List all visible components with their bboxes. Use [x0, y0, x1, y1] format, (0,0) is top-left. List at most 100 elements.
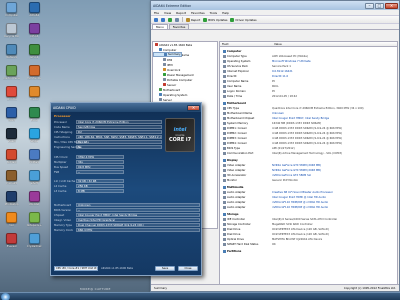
property-value[interactable]: nVIDIA GF110 HDMI/DP @ nVIDIA HD Audio	[272, 206, 328, 209]
desktop-icon[interactable]: SiSoft	[24, 170, 46, 191]
desktop-icon[interactable]: Notepad++	[24, 212, 46, 233]
desktop-icon[interactable]: Everest	[1, 233, 23, 254]
cpuid-field-value: 34x	[76, 160, 124, 164]
column-field[interactable]: Field	[220, 42, 272, 46]
property-row[interactable]: Audio Adapter nVIDIA GF110 HDMI/DP @ nVID…	[220, 205, 397, 210]
desktop-icon[interactable]: Firefox	[24, 86, 46, 107]
toolbar-button[interactable]	[168, 17, 172, 22]
toolbar-button[interactable]: BIOS Updates	[203, 17, 227, 22]
menu-item[interactable]: Tools	[210, 11, 217, 15]
cpuid-close-button[interactable]: Close	[178, 266, 198, 271]
close-button[interactable]: ×	[385, 2, 398, 9]
cpuid-field-label: Instructions	[54, 135, 70, 139]
property-value[interactable]: Intel Cougar Point HM67, Intel Sandy Bri…	[272, 117, 329, 120]
desktop-icon[interactable]: VLC	[1, 212, 23, 233]
cpu-select-dropdown[interactable]: CPU #0 / Core #1 / SMT Unit #1	[54, 266, 98, 271]
cpuid-field-label: CPU Clock	[54, 155, 68, 159]
menu-item[interactable]: Report	[176, 11, 186, 15]
property-row[interactable]: Communication Port Intel(R) Active Manage…	[220, 151, 397, 156]
property-value[interactable]: Creative SB X-Fi Sound Blaster Audio Pro…	[272, 191, 333, 194]
desktop-icon[interactable]: WinRAR	[24, 191, 46, 212]
desktop-icon[interactable]: Chrome	[1, 86, 23, 107]
tree-item-icon	[163, 83, 166, 86]
maximize-button[interactable]: □	[375, 2, 384, 9]
column-value[interactable]: Value	[272, 42, 282, 46]
property-value[interactable]: Intel Cougar Point HDMI @ Intel HD Audio	[272, 196, 326, 199]
field-icon	[223, 249, 226, 253]
menu-item[interactable]: View	[164, 11, 171, 15]
desktop-icon[interactable]: 3DMark	[1, 149, 23, 170]
toolbar-button[interactable]	[161, 17, 165, 22]
desktop-icon[interactable]: HWMonitor	[24, 65, 46, 86]
field-label: Motherboard Name	[227, 112, 253, 115]
toolbar-button[interactable]	[175, 17, 179, 22]
property-value[interactable]: Microsoft Windows 7 Ultimate	[272, 60, 311, 63]
cpuid-field-value: 8x / 34x	[76, 140, 162, 144]
desktop-icon[interactable]: Photoshop	[1, 191, 23, 212]
desktop-icon[interactable]: PCMark	[24, 149, 46, 170]
desktop-icon[interactable]: Network	[1, 44, 23, 65]
desktop-icon-label: 3DMark	[6, 161, 17, 164]
property-field: Video Adapter	[220, 169, 272, 172]
property-value[interactable]: nVIDIA GeForce GTX 580M SLI	[272, 174, 311, 177]
main-titlebar[interactable]: AIDA64 Extreme Edition – □ ×	[151, 1, 399, 10]
menu-item[interactable]: Help	[222, 11, 229, 15]
cpuid-field-value: SandyBridge	[76, 125, 162, 129]
desktop-icon[interactable]: Steam	[1, 128, 23, 149]
cpuid-close-icon[interactable]: ×	[187, 104, 200, 111]
cpuid-window-title: AIDA64 CPUID	[53, 105, 76, 110]
desktop-icon[interactable]: Computer	[1, 2, 23, 23]
field-label: IDE Controller	[227, 218, 245, 221]
field-label: Video Adapter	[227, 169, 246, 172]
toolbar-icon	[168, 17, 172, 22]
toolbar-button[interactable]: Report	[186, 17, 200, 22]
app-icon	[6, 191, 18, 202]
menu-item[interactable]: Favorites	[191, 11, 205, 15]
tab-menu[interactable]: Menu	[152, 24, 168, 29]
app-icon	[28, 23, 40, 34]
menu-item[interactable]: File	[154, 11, 159, 15]
cpuid-field-value: Intel Core i7-2960XM Extreme Edition	[76, 120, 162, 124]
cpuid-field-value: 32 KB / 32 KB	[76, 179, 124, 183]
cpuid-field-value: Intel Cougar Point HM67, Intel Sandy Bri…	[76, 213, 200, 217]
field-label: User Name	[227, 85, 242, 88]
cpuid-field-label: Memory Clock	[54, 228, 74, 232]
desktop-icon[interactable]: GPU-Z	[24, 44, 46, 65]
desktop-icon[interactable]: Recycle Bin	[1, 23, 23, 44]
desktop-icon[interactable]: Excel	[24, 107, 46, 128]
property-value[interactable]: NVIDIA GeForce GTX 580M (2048 MB)	[272, 164, 321, 167]
start-button[interactable]	[1, 293, 10, 300]
desktop-icon[interactable]: AIDA64	[24, 2, 46, 23]
cpuid-field: L1I / L1D Cache 32 KB / 32 KB	[54, 179, 124, 183]
toolbar-button[interactable]	[154, 17, 158, 22]
cpuid-field-label: L2 Cache	[54, 184, 67, 188]
toolbar-button[interactable]: Driver Updates	[230, 17, 257, 22]
property-row[interactable]: Monitor Generic PnP Monitor	[220, 178, 397, 183]
desktop-icon[interactable]: CPU-Z	[24, 23, 46, 44]
save-button[interactable]: Save	[155, 266, 175, 271]
cpuid-field: CPU Stepping D2	[54, 130, 162, 134]
property-value: MATSHITA BD-MLT UJ240AS ATA Device	[272, 238, 323, 241]
desktop-icon[interactable]: Word	[1, 107, 23, 128]
property-value[interactable]: nVIDIA GF110 HDMI/DP @ nVIDIA HD Audio	[272, 201, 328, 204]
desktop-icon[interactable]: Skype	[24, 128, 46, 149]
minimize-button[interactable]: –	[365, 2, 374, 9]
tab-favorites[interactable]: Favorites	[168, 24, 190, 29]
desktop-icon[interactable]: Prime95	[1, 170, 23, 191]
app-icon	[28, 233, 40, 244]
field-icon	[223, 243, 226, 246]
property-field: Computer Type	[220, 55, 272, 58]
property-value[interactable]: 9.0.8112.16421	[272, 70, 293, 73]
field-icon	[223, 164, 226, 167]
property-value: 4 GB DDR3-1333 DDR3 SDRAM (9-9-9-24 @ 66…	[272, 127, 342, 130]
property-value[interactable]: DirectX 11.0	[272, 75, 288, 78]
property-value[interactable]: Unknown	[272, 112, 284, 115]
property-value[interactable]: NVIDIA GeForce GTX 580M (2048 MB)	[272, 169, 321, 172]
property-row[interactable]: Date / Time 2012-04-05 / 18:42	[220, 94, 397, 99]
tree-item[interactable]: Summary	[153, 52, 182, 57]
desktop-icon[interactable]: Control Panel	[1, 65, 23, 86]
property-row[interactable]: SMART Hard Disk Status OK	[220, 242, 397, 247]
cpuid-titlebar[interactable]: AIDA64 CPUID ×	[51, 103, 201, 112]
field-label: Computer	[227, 49, 242, 53]
desktop-icon[interactable]: CrystalDisk	[24, 233, 46, 254]
